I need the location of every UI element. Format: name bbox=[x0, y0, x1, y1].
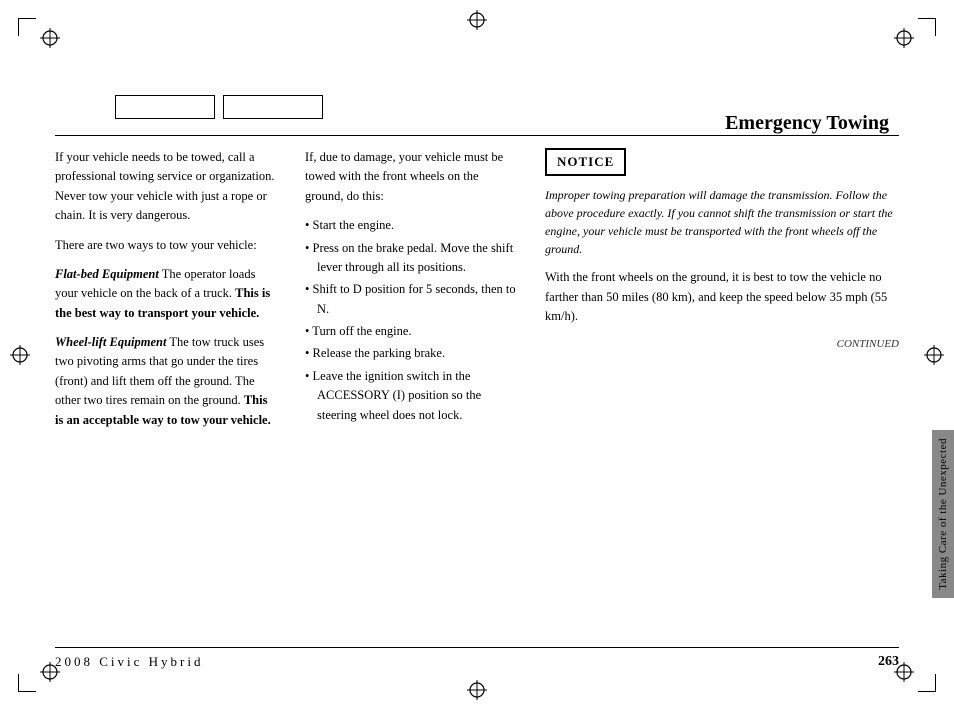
reg-mark-bottom-center bbox=[467, 680, 487, 700]
footer-title: 2008 Civic Hybrid bbox=[55, 654, 204, 670]
reg-mark-top-right bbox=[894, 28, 914, 48]
page: Emergency Towing If your vehicle needs t… bbox=[0, 0, 954, 710]
bullet-2: Press on the brake pedal. Move the shift… bbox=[305, 239, 517, 278]
wheel-lift-para: Wheel-lift Equipment The tow truck uses … bbox=[55, 333, 277, 430]
footer: 2008 Civic Hybrid 263 bbox=[55, 647, 899, 670]
tab-boxes bbox=[115, 95, 323, 119]
left-para1: If your vehicle needs to be towed, call … bbox=[55, 148, 277, 226]
reg-mark-right-center bbox=[924, 345, 944, 365]
tab-box-2 bbox=[223, 95, 323, 119]
header-line bbox=[55, 135, 899, 136]
corner-mark-bl bbox=[18, 674, 36, 692]
bullet-1: Start the engine. bbox=[305, 216, 517, 235]
bullet-3: Shift to D position for 5 seconds, then … bbox=[305, 280, 517, 319]
corner-mark-tr bbox=[918, 18, 936, 36]
reg-mark-top-left bbox=[40, 28, 60, 48]
bullet-list: Start the engine. Press on the brake ped… bbox=[305, 216, 517, 425]
left-para2: There are two ways to tow your vehicle: bbox=[55, 236, 277, 255]
corner-mark-tl bbox=[18, 18, 36, 36]
side-tab: Taking Care of the Unexpected bbox=[932, 430, 954, 598]
side-tab-text: Taking Care of the Unexpected bbox=[937, 438, 949, 590]
page-title: Emergency Towing bbox=[725, 112, 889, 135]
continued-label: CONTINUED bbox=[545, 336, 899, 353]
flat-bed-para: Flat-bed Equipment The operator loads yo… bbox=[55, 265, 277, 323]
tab-box-1 bbox=[115, 95, 215, 119]
footer-page: 263 bbox=[878, 654, 899, 670]
col-left: If your vehicle needs to be towed, call … bbox=[55, 148, 295, 620]
corner-mark-br bbox=[918, 674, 936, 692]
bullet-5: Release the parking brake. bbox=[305, 344, 517, 363]
col-middle: If, due to damage, your vehicle must be … bbox=[295, 148, 535, 620]
main-content: If your vehicle needs to be towed, call … bbox=[55, 148, 899, 620]
notice-text: Improper towing preparation will damage … bbox=[545, 186, 899, 258]
reg-mark-left-center bbox=[10, 345, 30, 365]
middle-intro: If, due to damage, your vehicle must be … bbox=[305, 148, 517, 206]
bullet-4: Turn off the engine. bbox=[305, 322, 517, 341]
notice-box: NOTICE bbox=[545, 148, 626, 176]
bullet-6: Leave the ignition switch in the ACCESSO… bbox=[305, 367, 517, 425]
flat-bed-label: Flat-bed Equipment bbox=[55, 267, 159, 281]
wheel-lift-label: Wheel-lift Equipment bbox=[55, 335, 166, 349]
col-right: NOTICE Improper towing preparation will … bbox=[535, 148, 899, 620]
reg-mark-top-center bbox=[467, 10, 487, 30]
right-para2: With the front wheels on the ground, it … bbox=[545, 268, 899, 326]
